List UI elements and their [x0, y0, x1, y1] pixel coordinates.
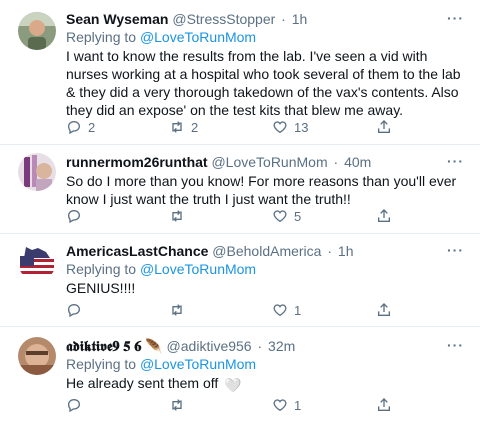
tweet[interactable]: ··· 𝖆𝖉𝖎𝖐𝖙𝖎𝖛𝖊𝟗 𝟓 𝟔 🪶 @adiktive956 · 32m R…: [0, 327, 480, 422]
separator-dot: ·: [333, 154, 339, 170]
reply-icon: [67, 209, 81, 224]
share-icon: [378, 398, 390, 411]
like-count: 1: [294, 397, 302, 413]
avatar[interactable]: [18, 337, 56, 375]
white-heart-emoji: 🤍: [224, 377, 242, 393]
like-count: 13: [294, 119, 309, 135]
display-name[interactable]: runnermom26runthat: [66, 154, 208, 170]
like-button[interactable]: 13: [272, 117, 308, 137]
avatar[interactable]: [18, 243, 56, 281]
replying-to: Replying to @LoveToRunMom: [66, 28, 466, 46]
like-count: 1: [294, 302, 302, 318]
reply-icon: [67, 120, 81, 135]
tweet-header: runnermom26runthat @LoveToRunMom · 40m: [66, 153, 466, 171]
handle[interactable]: @BeholdAmerica: [212, 243, 321, 259]
heart-icon: [273, 399, 287, 412]
share-icon: [378, 120, 390, 133]
avatar[interactable]: [18, 153, 56, 191]
feather-emoji: 🪶: [145, 338, 163, 354]
retweet-icon: [172, 304, 182, 316]
tweet-header: 𝖆𝖉𝖎𝖐𝖙𝖎𝖛𝖊𝟗 𝟓 𝟔 🪶 @adiktive956 · 32m: [66, 337, 466, 355]
separator-dot: ·: [281, 11, 286, 27]
separator-dot: ·: [257, 338, 263, 354]
tweet[interactable]: ··· AmericasLastChance @BeholdAmerica · …: [0, 234, 480, 327]
like-button[interactable]: 5: [272, 206, 301, 226]
tweet-text: So do I more than you know! For more rea…: [66, 173, 457, 207]
display-name[interactable]: 𝖆𝖉𝖎𝖐𝖙𝖎𝖛𝖊𝟗 𝟓 𝟔: [66, 338, 141, 354]
tweet-header: AmericasLastChance @BeholdAmerica · 1h: [66, 242, 466, 260]
timestamp[interactable]: 40m: [344, 154, 371, 170]
retweet-icon: [172, 121, 182, 133]
timestamp[interactable]: 1h: [338, 243, 354, 259]
tweet[interactable]: ··· runnermom26runthat @LoveToRunMom · 4…: [0, 145, 480, 234]
like-button[interactable]: 1: [272, 300, 301, 320]
timestamp[interactable]: 32m: [268, 338, 295, 354]
replying-to: Replying to @LoveToRunMom: [66, 260, 466, 278]
reply-icon: [67, 303, 81, 318]
tweet-actions: 2 2 13: [66, 117, 406, 137]
replying-to-label: Replying to: [66, 261, 137, 277]
share-icon: [378, 209, 390, 222]
retweet-count: 2: [191, 119, 199, 135]
replying-to: Replying to @LoveToRunMom: [66, 355, 466, 373]
like-count: 5: [294, 208, 302, 224]
mention-link[interactable]: @LoveToRunMom: [140, 356, 256, 372]
mention-link[interactable]: @LoveToRunMom: [140, 29, 256, 45]
tweet-actions: 1: [66, 395, 406, 415]
avatar[interactable]: [18, 12, 56, 50]
retweet-button[interactable]: [169, 206, 191, 226]
tweet[interactable]: ··· Sean Wyseman @StressStopper · 1h Rep…: [0, 0, 480, 145]
retweet-button[interactable]: [169, 300, 191, 320]
reply-button[interactable]: 2: [66, 117, 95, 137]
handle[interactable]: @LoveToRunMom: [211, 154, 327, 170]
replying-to-label: Replying to: [66, 356, 137, 372]
reply-button[interactable]: [66, 395, 88, 415]
handle[interactable]: @adiktive956: [167, 338, 252, 354]
reply-icon: [67, 398, 81, 413]
mention-link[interactable]: @LoveToRunMom: [140, 261, 256, 277]
retweet-button[interactable]: [169, 395, 191, 415]
retweet-icon: [172, 399, 182, 411]
retweet-icon: [172, 210, 182, 222]
share-button[interactable]: [376, 206, 392, 226]
display-name[interactable]: Sean Wyseman: [66, 11, 168, 27]
heart-icon: [273, 304, 287, 317]
handle[interactable]: @StressStopper: [172, 11, 275, 27]
share-button[interactable]: [376, 117, 392, 137]
reply-button[interactable]: [66, 300, 88, 320]
heart-icon: [273, 210, 287, 223]
share-button[interactable]: [376, 395, 392, 415]
tweet-text-container: He already sent them off 🤍: [66, 374, 466, 394]
tweet-actions: 1: [66, 300, 406, 320]
like-button[interactable]: 1: [272, 395, 301, 415]
tweet-text: GENIUS!!!!: [66, 280, 136, 296]
tweet-text: I want to know the results from the lab.…: [66, 48, 461, 118]
timestamp[interactable]: 1h: [292, 11, 308, 27]
replying-to-label: Replying to: [66, 29, 137, 45]
tweet-actions: 5: [66, 206, 406, 226]
reply-button[interactable]: [66, 206, 88, 226]
heart-icon: [273, 121, 287, 134]
share-button[interactable]: [376, 300, 392, 320]
separator-dot: ·: [327, 243, 333, 259]
display-name[interactable]: AmericasLastChance: [66, 243, 208, 259]
share-icon: [378, 303, 390, 316]
reply-count: 2: [88, 119, 96, 135]
tweet-text: He already sent them off: [66, 375, 219, 391]
tweet-header: Sean Wyseman @StressStopper · 1h: [66, 10, 466, 28]
retweet-button[interactable]: 2: [169, 117, 198, 137]
